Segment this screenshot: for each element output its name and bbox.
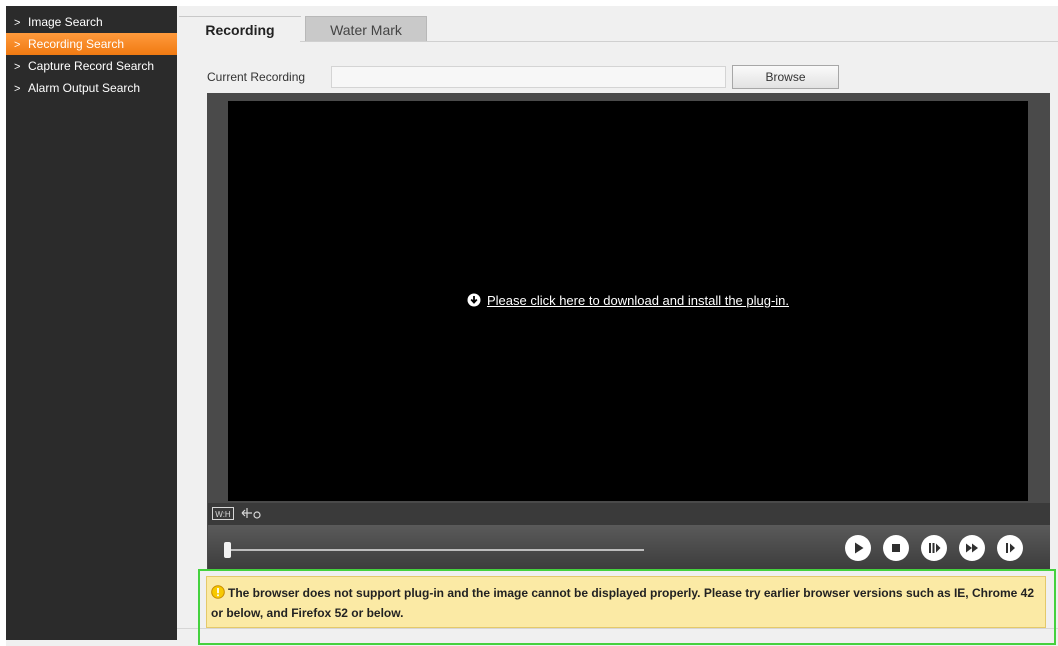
next-frame-button[interactable] [997,535,1023,561]
sidebar-list: > Image Search > Recording Search > Capture… [6,6,177,99]
sidebar-item-label: Alarm Output Search [28,81,141,95]
chevron-right-icon: > [14,83,21,95]
tab-recording[interactable]: Recording [179,16,301,42]
sidebar-item-alarm-output-search[interactable]: > Alarm Output Search [6,77,177,99]
aspect-ratio-button[interactable]: W:H [212,506,234,521]
video-area: Please click here to download and instal… [228,101,1028,501]
slow-button[interactable] [921,535,947,561]
playback-controls [208,525,1050,570]
sidebar-item-recording-search[interactable]: > Recording Search [6,33,177,55]
tab-water-mark[interactable]: Water Mark [305,16,427,42]
chevron-right-icon: > [14,61,21,73]
player-toolstrip: W:H [208,503,1050,525]
sidebar-item-capture-record-search[interactable]: > Capture Record Search [6,55,177,77]
stop-icon [892,544,900,552]
sidebar-item-label: Capture Record Search [28,59,155,73]
play-button[interactable] [845,535,871,561]
plugin-download-link[interactable]: Please click here to download and instal… [487,293,789,308]
stop-button[interactable] [883,535,909,561]
current-recording-field[interactable] [331,66,726,88]
sidebar-item-image-search[interactable]: > Image Search [6,11,177,33]
plugin-download-prompt: Please click here to download and instal… [228,293,1028,310]
aspect-ratio-label: W:H [215,510,231,519]
highlight-box [198,569,1056,645]
sidebar-item-label: Image Search [28,15,103,29]
pan-zoom-icon[interactable] [240,506,264,521]
download-icon [467,293,481,310]
progress-thumb[interactable] [224,542,231,558]
chevron-right-icon: > [14,17,21,29]
tab-divider [300,41,1058,42]
current-recording-label: Current Recording [207,70,306,84]
fast-forward-icon [966,543,978,553]
sidebar: > Image Search > Recording Search > Capture… [6,6,177,640]
chevron-right-icon: > [14,39,21,51]
next-frame-icon [1006,543,1015,553]
progress-track[interactable] [226,549,644,551]
fast-forward-button[interactable] [959,535,985,561]
slow-play-icon [929,543,941,553]
sidebar-item-label: Recording Search [28,37,125,51]
play-icon [855,542,864,554]
browse-button[interactable]: Browse [732,65,839,89]
